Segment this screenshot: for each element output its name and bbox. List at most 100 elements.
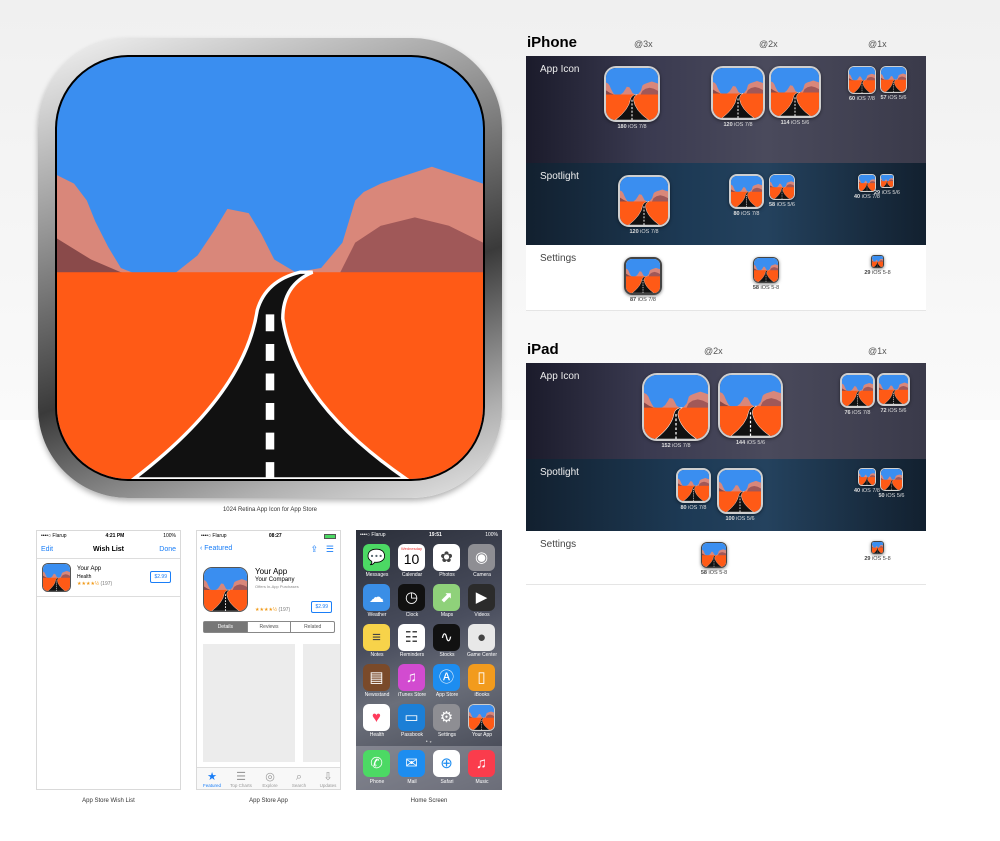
camera-icon: ◉ [474, 549, 489, 566]
appstore-caption: App Store App [249, 798, 288, 804]
home-app-label: Maps [440, 612, 454, 618]
icon-size-label: 57 iOS 5/6 [880, 95, 907, 101]
home-app-messages[interactable]: 💬 [363, 544, 390, 571]
app-icon-120 [711, 66, 765, 120]
list-icon[interactable]: ☰ [326, 544, 334, 555]
tab-top-charts[interactable]: ☰ Top Charts [226, 772, 256, 789]
phone-icon: ✆ [370, 755, 383, 772]
tab-featured[interactable]: ★ Featured [197, 772, 227, 789]
app-store-icon: Ⓐ [438, 669, 454, 686]
maps-icon: ⬈ [440, 589, 453, 606]
page-dots: • ∘ [425, 739, 433, 745]
newsstand-icon: ▤ [369, 669, 384, 686]
dock-app-music[interactable]: ♫ [468, 750, 495, 777]
home-app-health[interactable]: ♥ [363, 704, 390, 731]
home-app-stocks[interactable]: ∿ [433, 624, 460, 651]
rating: ★★★★½ (197) [255, 607, 291, 613]
home-app-settings[interactable]: ⚙ [433, 704, 460, 731]
notes-icon: ≡ [372, 629, 381, 646]
tab-updates[interactable]: ⇩ Updates [313, 771, 340, 789]
row-label: App Icon [540, 64, 580, 75]
home-app-weather[interactable]: ☁ [363, 584, 390, 611]
segment-reviews[interactable]: Reviews [246, 622, 291, 632]
home-app-calendar[interactable]: Wednesday 10 [398, 544, 425, 571]
share-icon[interactable]: ⇪ [310, 544, 318, 555]
stocks-icon: ∿ [440, 629, 453, 646]
rating: ★★★★½ (197) [77, 581, 113, 587]
app-icon-114 [769, 66, 821, 118]
ipad-col-2x: @2x [704, 346, 723, 356]
icon-size-label: 114 iOS 5/6 [780, 120, 810, 126]
weather-icon: ☁ [369, 589, 384, 606]
home-app-videos[interactable]: ▶ [468, 584, 495, 611]
row-label: Settings [540, 539, 577, 550]
home-app-label: Your App [471, 732, 493, 738]
home-app-game-center[interactable]: ● [468, 624, 495, 651]
home-app-photos[interactable]: ✿ [433, 544, 460, 571]
home-app-clock[interactable]: ◷ [398, 584, 425, 611]
app-icon-80 [676, 468, 711, 503]
icon-size-label: 144 iOS 5/6 [735, 440, 766, 446]
home-app-label: Calendar [401, 572, 423, 578]
home-app-label: Clock [405, 612, 419, 618]
home-app-label: Camera [473, 572, 491, 578]
home-app-maps[interactable]: ⬈ [433, 584, 460, 611]
icon-size-label: 72 iOS 5/6 [880, 408, 907, 414]
home-app-itunes-store[interactable]: ♫ [398, 664, 425, 691]
list-item[interactable]: Your App Health ★★★★½ (197) $2.99 [37, 559, 180, 597]
home-app-app-store[interactable]: Ⓐ [433, 664, 460, 691]
app-icon-58 [769, 174, 795, 200]
icon-size-label: 29 iOS 5/6 [874, 190, 900, 196]
app-name: Your App [77, 566, 102, 572]
segment-details[interactable]: Details [204, 622, 247, 632]
app-icon-29 [880, 174, 894, 188]
price-button[interactable]: $2.99 [311, 601, 332, 613]
icon-size-label: 80 iOS 7/8 [733, 211, 760, 217]
home-screen: ••••○ Flarup 19:51 100% 💬 Messages Wednesd… [356, 530, 502, 790]
home-app-ibooks[interactable]: ▯ [468, 664, 495, 691]
tab-search[interactable]: ⌕ Search [284, 771, 314, 789]
home-app-camera[interactable]: ◉ [468, 544, 495, 571]
tab-explore[interactable]: ◎ Explore [255, 772, 285, 789]
dock-app-mail[interactable]: ✉ [398, 750, 425, 777]
app-icon-58 [753, 257, 779, 283]
main-app-icon [38, 38, 502, 498]
app-icon-58 [701, 542, 727, 568]
app-icon-50 [880, 468, 903, 491]
wishlist-caption: App Store Wish List [82, 798, 135, 804]
tab-bar: ★ Featured ☰ Top Charts ◎ Explore ⌕ Search ⇩ Upda… [197, 767, 340, 789]
home-app-passbook[interactable]: ▭ [398, 704, 425, 731]
done-button[interactable]: Done [159, 546, 176, 553]
company-link[interactable]: Your Company [255, 577, 294, 583]
iphone-col-1x: @1x [868, 39, 887, 49]
iphone-title: iPhone [527, 34, 578, 51]
app-icon-29 [871, 255, 884, 268]
home-app-your-app[interactable] [468, 704, 495, 731]
wishlist-screen: ••••○ Flarup 4:21 PM 100% Edit Wish List… [36, 530, 181, 790]
calendar-date: 10 [403, 551, 420, 567]
back-button[interactable]: ‹ Featured [200, 545, 232, 552]
home-app-label: iTunes Store [397, 692, 427, 698]
segment-related[interactable]: Related [290, 622, 334, 632]
home-app-reminders[interactable]: ☷ [398, 624, 425, 651]
photos-icon: ✿ [440, 549, 453, 566]
iap-note: Offers In-App Purchases [255, 584, 299, 589]
segmented-control: Details Reviews Related [203, 621, 335, 633]
download-icon: ⇩ [323, 771, 333, 783]
home-app-notes[interactable]: ≡ [363, 624, 390, 651]
dock-app-phone[interactable]: ✆ [363, 750, 390, 777]
icon-size-label: 100 iOS 5/6 [725, 516, 755, 522]
icon-size-label: 29 iOS 5-8 [864, 270, 891, 276]
itunes-store-icon: ♫ [405, 669, 418, 686]
home-app-label: Stocks [439, 652, 455, 658]
music-icon: ♫ [475, 755, 488, 772]
home-app-label: iBooks [474, 692, 490, 698]
health-icon: ♥ [372, 709, 381, 726]
price-button[interactable]: $2.99 [150, 571, 171, 583]
passbook-icon: ▭ [404, 709, 419, 726]
search-icon: ⌕ [295, 771, 303, 783]
home-app-newsstand[interactable]: ▤ [363, 664, 390, 691]
status-bar: ••••○ Flarup 19:51 100% [360, 532, 498, 538]
dock-app-safari[interactable]: ⊕ [433, 750, 460, 777]
home-app-label: Passbook [401, 732, 423, 738]
